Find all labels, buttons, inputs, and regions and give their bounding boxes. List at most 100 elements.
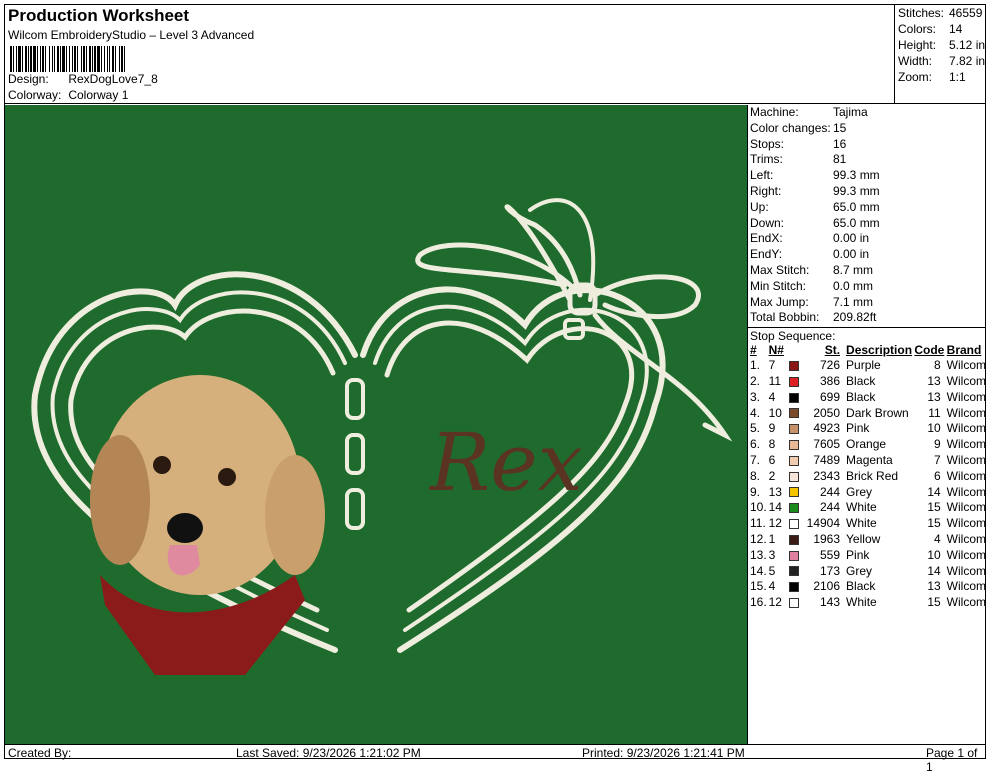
machine-row: Down: 65.0 mm bbox=[748, 216, 986, 232]
color-swatch bbox=[788, 376, 799, 387]
row-index: 9. bbox=[750, 484, 761, 499]
col-index: # bbox=[750, 343, 757, 358]
machine-value: 99.3 mm bbox=[833, 183, 880, 198]
row-needle: 5 bbox=[768, 563, 776, 578]
hinge-middle bbox=[345, 433, 365, 475]
row-code: 13 bbox=[927, 579, 941, 594]
table-row: 14. 5 173 Grey 14 Wilcom bbox=[748, 564, 986, 580]
barcode-bar bbox=[125, 46, 127, 72]
row-description: Dark Brown bbox=[846, 405, 909, 420]
row-brand: Wilcom bbox=[946, 500, 986, 515]
row-code: 6 bbox=[933, 468, 941, 483]
row-brand: Wilcom bbox=[946, 547, 986, 562]
machine-label: EndY: bbox=[750, 247, 783, 262]
table-header-row: # N# St. Description Code Brand bbox=[748, 343, 986, 358]
row-needle: 4 bbox=[768, 389, 776, 404]
machine-row: Max Stitch: 8.7 mm bbox=[748, 263, 986, 279]
dog-eye-left bbox=[153, 456, 171, 474]
machine-row: EndX: 0.00 in bbox=[748, 231, 986, 247]
software-subtitle: Wilcom EmbroideryStudio – Level 3 Advanc… bbox=[8, 28, 255, 42]
machine-label: Max Stitch: bbox=[750, 262, 810, 277]
dog-eye-right bbox=[218, 468, 236, 486]
table-row: 13. 3 559 Pink 10 Wilcom bbox=[748, 548, 986, 564]
color-swatch bbox=[788, 424, 799, 435]
machine-label: Up: bbox=[750, 199, 769, 214]
design-label: Design: bbox=[8, 72, 49, 86]
machine-value: 99.3 mm bbox=[833, 168, 880, 183]
color-swatch bbox=[788, 455, 799, 466]
row-brand: Wilcom bbox=[946, 358, 986, 373]
row-index: 15. bbox=[750, 579, 767, 594]
row-code: 7 bbox=[933, 452, 941, 467]
machine-label: Right: bbox=[750, 183, 782, 198]
col-needle: N# bbox=[768, 343, 784, 358]
dog-ear-left bbox=[90, 435, 150, 565]
row-stitches: 4923 bbox=[813, 421, 841, 436]
table-row: 7. 6 7489 Magenta 7 Wilcom bbox=[748, 453, 986, 469]
design-name-text: Rex bbox=[428, 416, 583, 509]
stat-row: Zoom: 1:1 bbox=[895, 69, 986, 85]
row-brand: Wilcom bbox=[946, 389, 986, 404]
row-description: Grey bbox=[846, 563, 873, 578]
color-swatch bbox=[788, 566, 799, 577]
machine-value: 7.1 mm bbox=[833, 294, 874, 309]
row-stitches: 559 bbox=[820, 547, 841, 562]
row-needle-cell: 4 bbox=[769, 579, 807, 595]
machine-value: 0.0 mm bbox=[833, 278, 874, 293]
row-stitches: 143 bbox=[820, 595, 841, 610]
color-swatch bbox=[788, 518, 799, 529]
row-code: 14 bbox=[927, 563, 941, 578]
stat-value: 46559 bbox=[949, 6, 983, 20]
row-needle: 10 bbox=[768, 405, 782, 420]
row-description: Yellow bbox=[846, 531, 881, 546]
table-row: 5. 9 4923 Pink 10 Wilcom bbox=[748, 421, 986, 437]
table-row: 15. 4 2106 Black 13 Wilcom bbox=[748, 579, 986, 595]
stat-value: 14 bbox=[949, 22, 963, 36]
col-brand: Brand bbox=[946, 343, 982, 358]
colorway-row: Colorway: Colorway 1 bbox=[8, 88, 128, 102]
row-stitches: 386 bbox=[820, 373, 841, 388]
color-swatch bbox=[788, 392, 799, 403]
row-description: Pink bbox=[846, 547, 870, 562]
row-code: 4 bbox=[933, 531, 941, 546]
table-row: 8. 2 2343 Brick Red 6 Wilcom bbox=[748, 469, 986, 485]
row-description: Black bbox=[846, 579, 876, 594]
row-code: 9 bbox=[933, 437, 941, 452]
worksheet-header: Production Worksheet Wilcom EmbroiderySt… bbox=[4, 4, 894, 104]
dog-nose bbox=[167, 513, 203, 543]
row-index: 16. bbox=[750, 595, 767, 610]
machine-label: Trims: bbox=[750, 152, 783, 167]
row-stitches: 726 bbox=[820, 358, 841, 373]
hinge-bottom bbox=[345, 488, 365, 530]
machine-value: 0.00 in bbox=[833, 231, 870, 246]
col-description: Description bbox=[846, 343, 913, 358]
hinge-top bbox=[345, 378, 365, 420]
colorway-value: Colorway 1 bbox=[68, 88, 129, 102]
color-swatch bbox=[788, 487, 799, 498]
row-needle-cell: 13 bbox=[769, 485, 807, 501]
row-stitches: 244 bbox=[820, 484, 841, 499]
created-by: Created By: bbox=[8, 746, 72, 760]
machine-value: 15 bbox=[833, 120, 847, 135]
row-needle-cell: 14 bbox=[769, 500, 807, 516]
machine-label: Left: bbox=[750, 168, 774, 183]
machine-value: 8.7 mm bbox=[833, 262, 874, 277]
row-index: 6. bbox=[750, 437, 761, 452]
page-title: Production Worksheet bbox=[8, 6, 190, 25]
stat-label: Stitches: bbox=[898, 6, 945, 20]
row-needle: 9 bbox=[768, 421, 776, 436]
row-needle: 11 bbox=[768, 373, 782, 388]
row-brand: Wilcom bbox=[946, 421, 986, 436]
machine-value: 81 bbox=[833, 152, 847, 167]
bow-ribbon-left bbox=[415, 242, 573, 288]
row-brand: Wilcom bbox=[946, 531, 986, 546]
machine-row: Stops: 16 bbox=[748, 137, 986, 153]
machine-value: 0.00 in bbox=[833, 247, 870, 262]
table-row: 1. 7 726 Purple 8 Wilcom bbox=[748, 358, 986, 374]
stat-label: Height: bbox=[898, 38, 937, 52]
row-description: White bbox=[846, 516, 877, 531]
table-row: 3. 4 699 Black 13 Wilcom bbox=[748, 390, 986, 406]
row-brand: Wilcom bbox=[946, 437, 986, 452]
row-needle-cell: 8 bbox=[769, 437, 807, 453]
row-needle: 12 bbox=[768, 516, 782, 531]
